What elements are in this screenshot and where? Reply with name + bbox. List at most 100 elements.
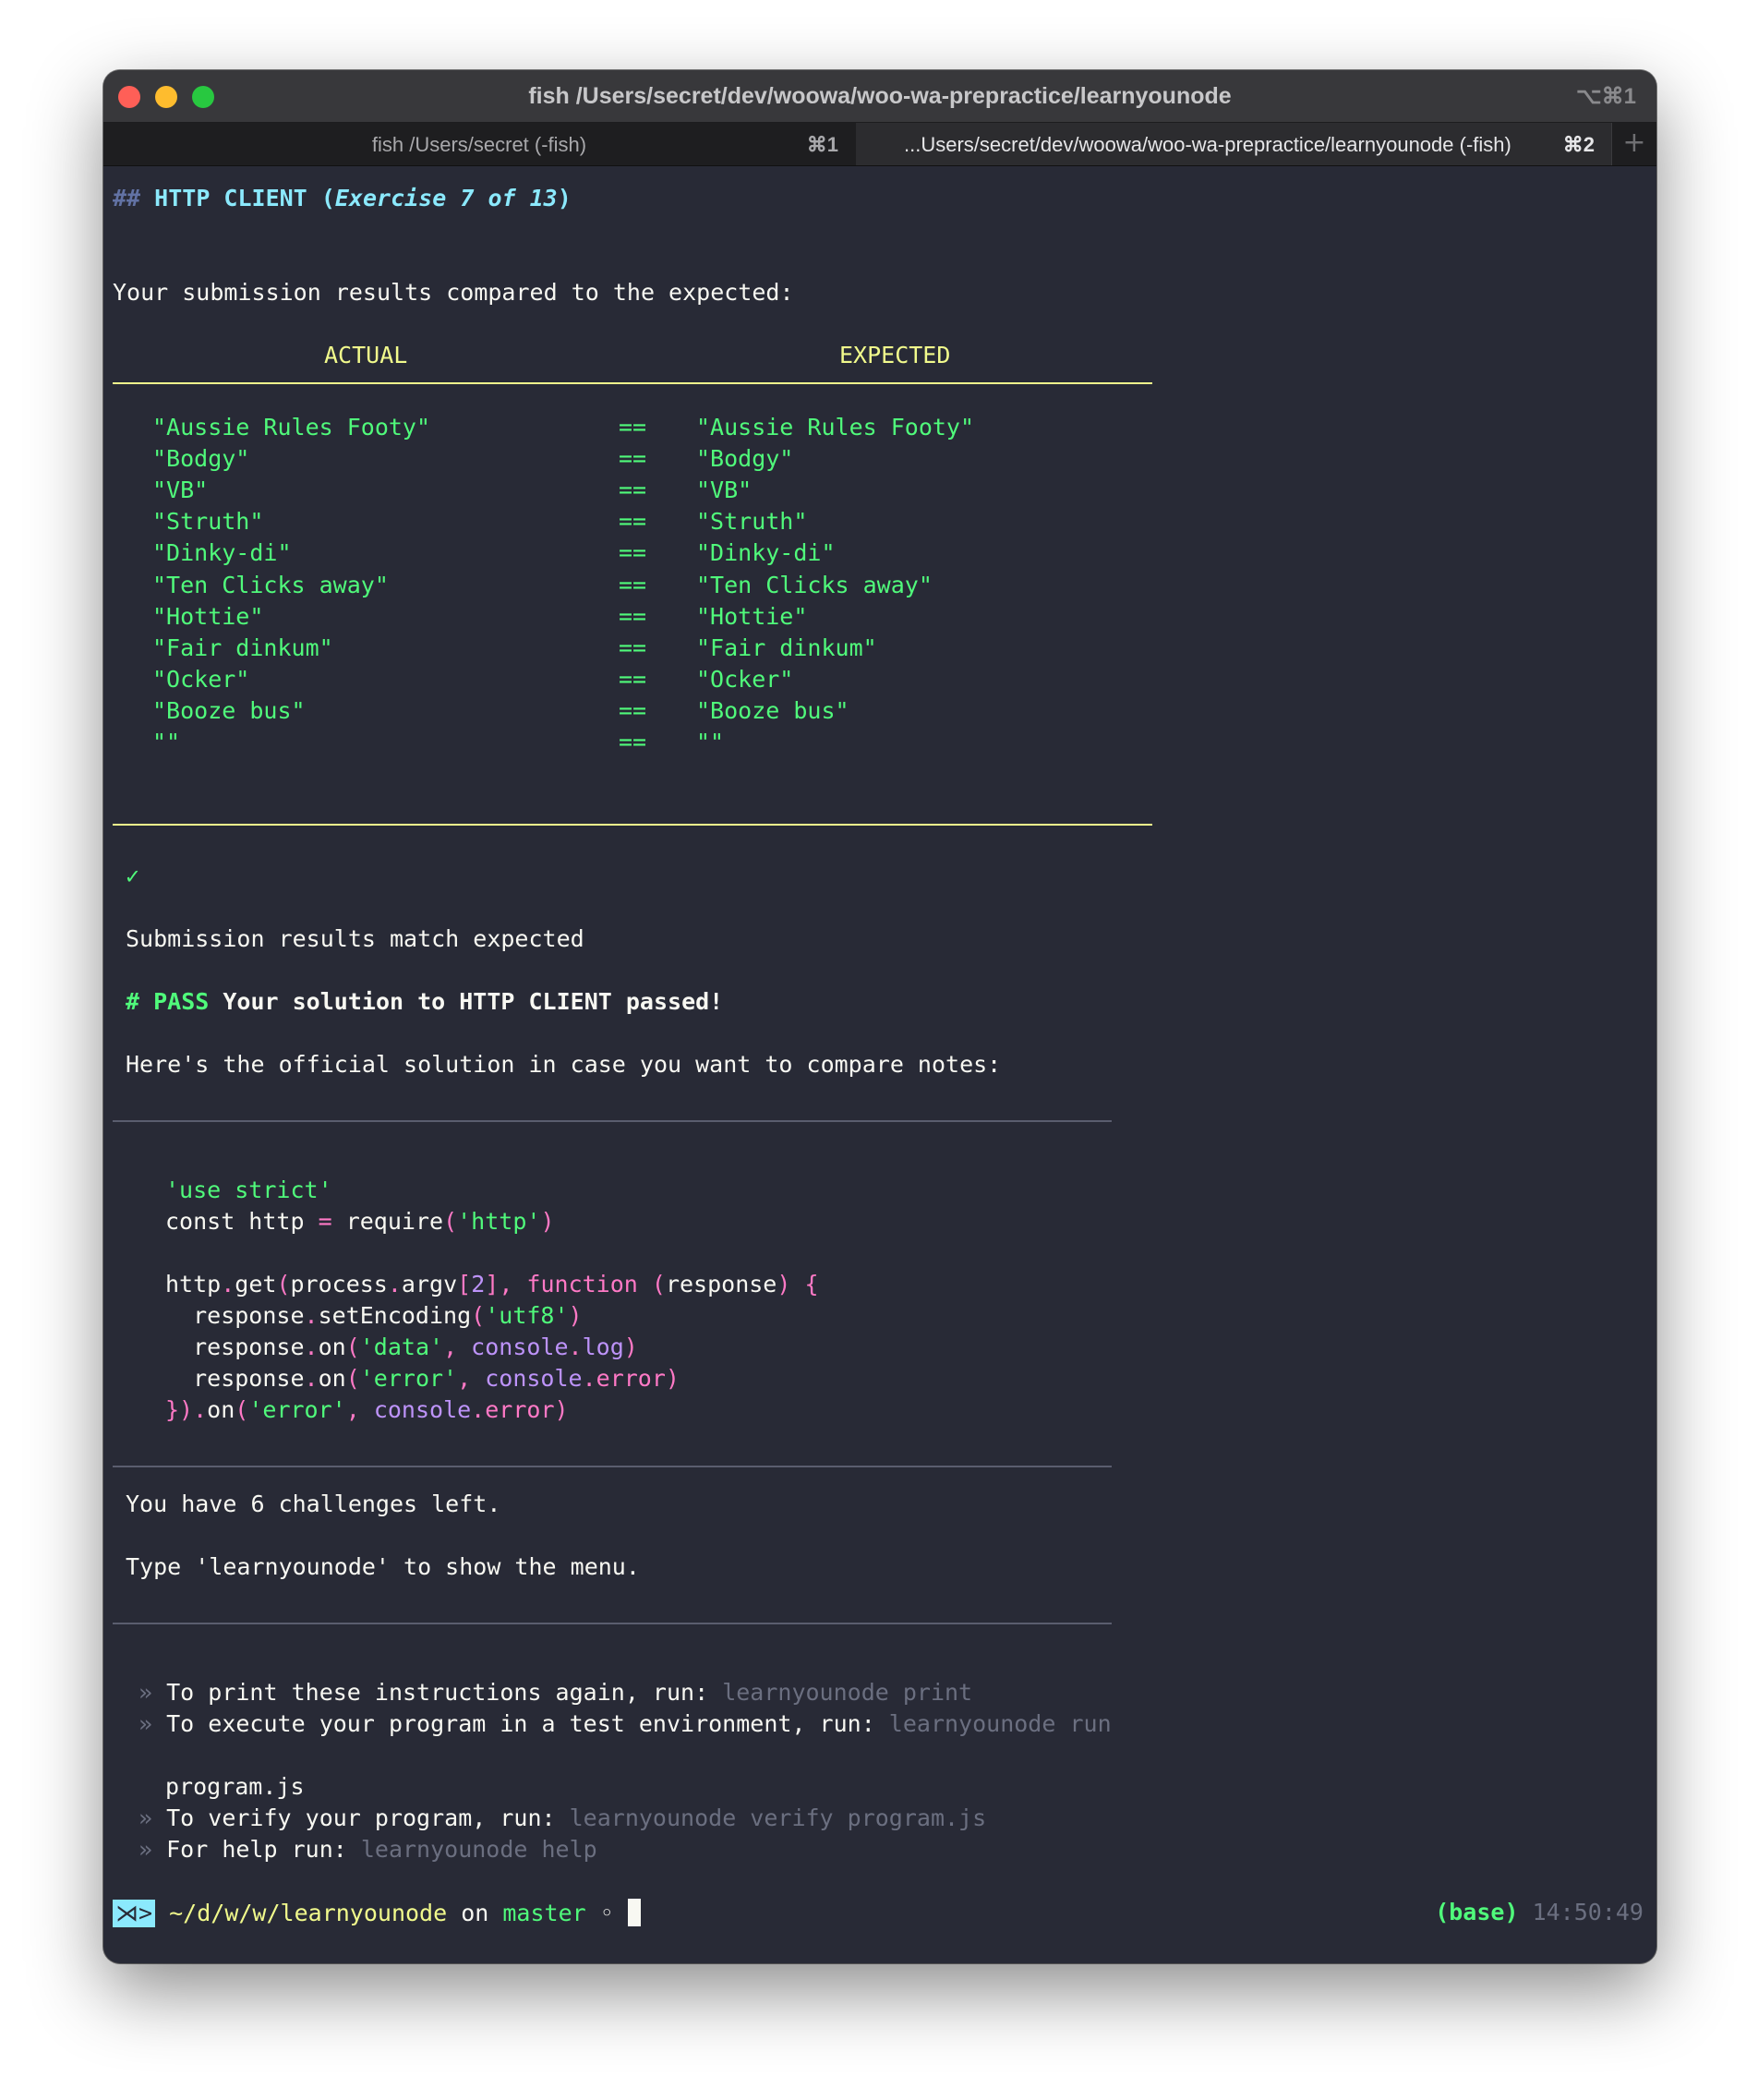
- equals-operator: ==: [619, 603, 647, 630]
- fish-prompt-icon: ⋊>: [113, 1900, 156, 1927]
- divider-bottom: [113, 824, 1152, 826]
- tab-shortcut: ⌘1: [806, 133, 838, 156]
- challenges-left: You have 6 challenges left.: [126, 1491, 501, 1517]
- code-token: .: [471, 1396, 486, 1423]
- prompt-on: on: [447, 1900, 503, 1926]
- hint-verify: » To verify your program, run: learnyoun…: [138, 1804, 986, 1832]
- code-line-2: const http = require('http'): [165, 1208, 555, 1236]
- code-token: ): [568, 1302, 583, 1329]
- tab-label: fish /Users/secret (-fish): [371, 133, 587, 156]
- pass-line: # PASS Your solution to HTTP CLIENT pass…: [126, 988, 723, 1016]
- match-message: Submission results match expected: [126, 925, 584, 952]
- code-token: http: [165, 1271, 222, 1297]
- code-token: on: [207, 1396, 235, 1423]
- code-token: require: [331, 1208, 444, 1235]
- actual-value: "": [152, 729, 181, 755]
- code-divider-top: [113, 1120, 1112, 1122]
- window-shortcut: ⌥⌘1: [1575, 84, 1636, 109]
- terminal-window: fish /Users/secret/dev/woowa/woo-wa-prep…: [103, 70, 1656, 1963]
- column-actual: ACTUAL: [324, 342, 408, 368]
- menu-hint: Type 'learnyounode' to show the menu.: [126, 1553, 640, 1580]
- expected-value: "Hottie": [696, 603, 808, 630]
- expected-value: "": [696, 729, 725, 755]
- equals-operator: ==: [619, 508, 647, 535]
- code-token: ): [554, 1396, 569, 1423]
- code-token: .: [304, 1365, 319, 1392]
- equals-operator: ==: [619, 477, 647, 503]
- equals-operator: ==: [619, 634, 647, 661]
- actual-value: "Dinky-di": [152, 539, 292, 566]
- code-token: (: [471, 1302, 486, 1329]
- prompt-path: ~/d/w/w/learnyounode: [169, 1900, 448, 1926]
- header-hashes: ##: [113, 185, 141, 211]
- code-token: 'data': [359, 1334, 444, 1360]
- terminal-content[interactable]: ## HTTP CLIENT (Exercise 7 of 13) Your s…: [103, 166, 1656, 1963]
- code-line-3: http.get(process.argv[2], function (resp…: [165, 1271, 819, 1298]
- tab-learnyounode[interactable]: ...Users/secret/dev/woowa/woo-wa-preprac…: [856, 123, 1611, 165]
- bullet-icon: »: [138, 1710, 153, 1737]
- code-token: setEncoding: [318, 1302, 472, 1329]
- tab-shortcut: ⌘2: [1562, 133, 1595, 156]
- expected-value: "Ten Clicks away": [696, 572, 933, 598]
- code-token: const http: [165, 1208, 319, 1235]
- code-token: console: [471, 1334, 569, 1360]
- code-token: (: [443, 1208, 458, 1235]
- actual-value: "Struth": [152, 508, 264, 535]
- code-token: get: [235, 1271, 277, 1297]
- code-token: 'error': [248, 1396, 346, 1423]
- equals-operator: ==: [619, 697, 647, 724]
- hints-divider: [113, 1623, 1112, 1624]
- code-token: .: [221, 1271, 235, 1297]
- code-token: console: [485, 1365, 583, 1392]
- check-icon: ✓: [126, 863, 140, 889]
- hint-text: For help run:: [166, 1836, 361, 1863]
- prompt-time: 14:50:49: [1532, 1899, 1644, 1925]
- actual-value: "Hottie": [152, 603, 264, 630]
- code-token: ],: [485, 1271, 513, 1297]
- hint-command: learnyounode print: [722, 1679, 973, 1706]
- code-token: log: [582, 1334, 624, 1360]
- actual-value: "VB": [152, 477, 209, 503]
- pass-tag: # PASS: [126, 988, 210, 1015]
- code-line-1: 'use strict': [165, 1177, 332, 1203]
- expected-value: "Dinky-di": [696, 539, 836, 566]
- code-divider-bottom: [113, 1466, 1112, 1467]
- hint-print: » To print these instructions again, run…: [138, 1679, 972, 1707]
- hint-command: learnyounode help: [360, 1836, 597, 1863]
- code-token: 'error': [359, 1365, 458, 1392]
- new-tab-plus-icon[interactable]: +: [1611, 123, 1656, 165]
- code-token: response: [165, 1365, 305, 1392]
- actual-value: "Booze bus": [152, 697, 306, 724]
- expected-value: "Bodgy": [696, 445, 794, 472]
- actual-value: "Ocker": [152, 666, 250, 693]
- code-token: (: [345, 1334, 360, 1360]
- hint-text: To verify your program, run:: [166, 1804, 570, 1831]
- tab-fish-home[interactable]: fish /Users/secret (-fish) ⌘1: [103, 123, 855, 165]
- hint-help: » For help run: learnyounode help: [138, 1836, 597, 1864]
- column-expected: EXPECTED: [839, 342, 951, 368]
- official-solution-intro: Here's the official solution in case you…: [126, 1051, 1002, 1078]
- code-token: console: [373, 1396, 472, 1423]
- code-token: response: [165, 1302, 305, 1329]
- expected-value: "VB": [696, 477, 753, 503]
- actual-value: "Ten Clicks away": [152, 572, 389, 598]
- code-token: 2: [471, 1271, 486, 1297]
- actual-value: "Aussie Rules Footy": [152, 414, 431, 441]
- expected-value: "Aussie Rules Footy": [696, 414, 975, 441]
- hint-text: To print these instructions again, run:: [166, 1679, 723, 1706]
- code-token: (: [637, 1271, 666, 1297]
- shell-prompt[interactable]: ⋊> ~/d/w/w/learnyounode on master ◦: [113, 1899, 641, 1927]
- exercise-header: ## HTTP CLIENT (Exercise 7 of 13): [113, 185, 572, 212]
- code-token: on: [318, 1334, 346, 1360]
- code-token: function: [512, 1271, 638, 1297]
- code-token: .: [193, 1396, 208, 1423]
- expected-value: "Ocker": [696, 666, 794, 693]
- hint-text: To execute your program in a test enviro…: [166, 1710, 889, 1737]
- code-line-5: response.on('data', console.log): [165, 1334, 638, 1361]
- code-token: .: [304, 1302, 319, 1329]
- code-token: }): [165, 1396, 194, 1423]
- code-token: (: [345, 1365, 360, 1392]
- code-token: .: [582, 1365, 596, 1392]
- code-token: (: [276, 1271, 291, 1297]
- actual-value: "Fair dinkum": [152, 634, 333, 661]
